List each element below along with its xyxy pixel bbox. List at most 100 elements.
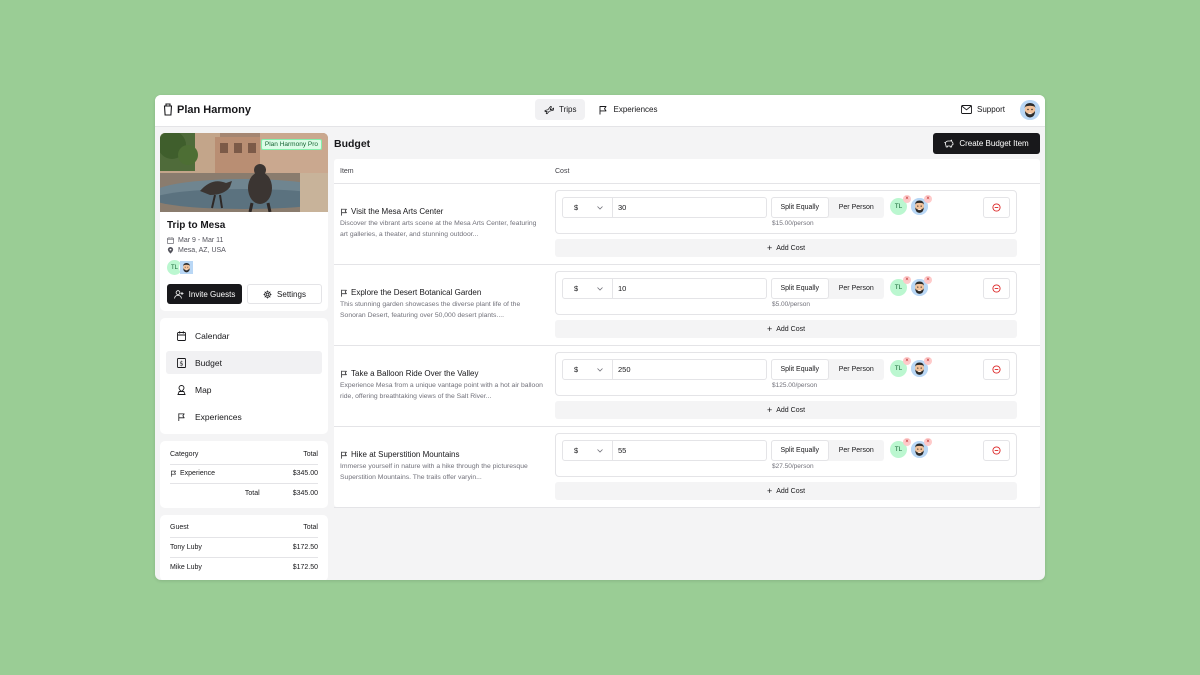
cost-entry: $ 55 Split Equally Per Person $27.50/per… [555, 433, 1017, 477]
settings-button[interactable]: Settings [247, 284, 322, 304]
budget-row: Explore the Desert Botanical Garden This… [334, 265, 1040, 346]
assignee-avatar-tl[interactable]: TL × [890, 438, 911, 458]
budget-item-title[interactable]: Visit the Mesa Arts Center [340, 207, 545, 216]
remove-cost-button[interactable] [983, 197, 1010, 218]
add-cost-button[interactable]: + Add Cost [555, 320, 1017, 338]
page-title: Budget [334, 138, 371, 150]
add-cost-label: Add Cost [776, 244, 806, 252]
split-toggle: Split Equally Per Person [771, 359, 884, 380]
flag-icon [340, 208, 348, 216]
assignee-avatar-tl[interactable]: TL × [890, 357, 911, 377]
remove-assignee-icon[interactable]: × [924, 438, 932, 446]
minus-circle-icon [992, 446, 1001, 455]
add-cost-label: Add Cost [776, 487, 806, 495]
budget-row: Take a Balloon Ride Over the Valley Expe… [334, 346, 1040, 427]
user-avatar[interactable] [1020, 100, 1040, 120]
remove-assignee-icon[interactable]: × [903, 195, 911, 203]
remove-assignee-icon[interactable]: × [903, 357, 911, 365]
amount-input[interactable]: 250 [612, 359, 767, 380]
budget-item-info: Explore the Desert Botanical Garden This… [340, 288, 545, 321]
split-equally-option[interactable]: Split Equally [771, 197, 829, 218]
budget-item-info: Visit the Mesa Arts Center Discover the … [340, 207, 545, 240]
sidebar-item-label: Map [195, 384, 212, 395]
nav-tab-experiences-label: Experiences [613, 105, 658, 114]
remove-assignee-icon[interactable]: × [924, 276, 932, 284]
split-equally-option[interactable]: Split Equally [771, 278, 829, 299]
remove-assignee-icon[interactable]: × [903, 438, 911, 446]
budget-item-title[interactable]: Take a Balloon Ride Over the Valley [340, 369, 545, 378]
trip-nav: Calendar $ Budget Map Experiences [160, 318, 328, 434]
sidebar-item-calendar[interactable]: Calendar [166, 324, 322, 347]
minus-circle-icon [992, 365, 1001, 374]
remove-cost-button[interactable] [983, 359, 1010, 380]
category-summary: Category Total Experience $345.00 Total … [160, 441, 328, 508]
budget-item-title[interactable]: Explore the Desert Botanical Garden [340, 288, 545, 297]
budget-item-description: This stunning garden showcases the diver… [340, 301, 521, 319]
guest-total-header: Total [303, 524, 318, 532]
chevron-down-icon [597, 368, 603, 372]
sidebar-item-label: Experiences [195, 411, 242, 422]
invite-guests-button[interactable]: Invite Guests [167, 284, 242, 304]
brand-logo[interactable]: Plan Harmony [163, 103, 251, 116]
sidebar-item-map[interactable]: Map [166, 378, 322, 401]
column-header-cost: Cost [555, 168, 570, 175]
currency-select[interactable]: $ [562, 197, 613, 218]
piggy-bank-icon [944, 139, 954, 148]
amount-input[interactable]: 55 [612, 440, 767, 461]
budget-item-title[interactable]: Hike at Superstition Mountains [340, 450, 545, 459]
currency-select[interactable]: $ [562, 278, 613, 299]
assignee-avatar-photo[interactable]: × [911, 357, 932, 377]
category-label: Experience [180, 470, 216, 478]
avatar-face-icon [180, 261, 193, 274]
guest-avatar-photo[interactable] [179, 260, 194, 275]
split-toggle: Split Equally Per Person [771, 440, 884, 461]
app-window: Plan Harmony Trips Experiences Support P… [155, 95, 1045, 580]
assignee-initials: TL [894, 365, 903, 372]
assignee-avatar-tl[interactable]: TL × [890, 276, 911, 296]
sidebar-item-experiences[interactable]: Experiences [166, 405, 322, 428]
currency-select[interactable]: $ [562, 359, 613, 380]
assignee-avatar-photo[interactable]: × [911, 276, 932, 296]
per-person-option[interactable]: Per Person [829, 197, 885, 218]
nav-tab-experiences[interactable]: Experiences [589, 99, 666, 120]
budget-item-description: Discover the vibrant arts scene at the M… [340, 220, 537, 238]
map-pin-icon [177, 384, 186, 395]
nav-tab-trips[interactable]: Trips [535, 99, 586, 120]
guest-total: $172.50 [292, 543, 318, 551]
remove-cost-button[interactable] [983, 440, 1010, 461]
cost-entry: $ 10 Split Equally Per Person $5.00/pers… [555, 271, 1017, 315]
split-equally-option[interactable]: Split Equally [771, 440, 829, 461]
assignee-avatar-photo[interactable]: × [911, 438, 932, 458]
create-budget-item-button[interactable]: Create Budget Item [933, 133, 1040, 154]
split-toggle: Split Equally Per Person [771, 278, 884, 299]
category-total: $345.00 [292, 470, 318, 478]
plus-icon: + [766, 404, 773, 415]
sidebar-item-budget[interactable]: $ Budget [166, 351, 322, 374]
assignee-avatar-photo[interactable]: × [911, 195, 932, 215]
amount-input[interactable]: 10 [612, 278, 767, 299]
gear-icon [263, 290, 272, 298]
assignee-avatar-tl[interactable]: TL × [890, 195, 911, 215]
remove-assignee-icon[interactable]: × [903, 276, 911, 284]
settings-label: Settings [277, 289, 306, 299]
split-equally-option[interactable]: Split Equally [771, 359, 829, 380]
budget-row: Hike at Superstition Mountains Immerse y… [334, 427, 1040, 508]
per-person-option[interactable]: Per Person [829, 440, 885, 461]
remove-assignee-icon[interactable]: × [924, 195, 932, 203]
support-link[interactable]: Support [961, 105, 1005, 114]
map-pin-icon [167, 247, 174, 254]
top-navbar: Plan Harmony Trips Experiences Support [155, 95, 1045, 127]
avatar-face-icon [1020, 100, 1040, 120]
currency-select[interactable]: $ [562, 440, 613, 461]
per-person-option[interactable]: Per Person [829, 278, 885, 299]
remove-assignee-icon[interactable]: × [924, 357, 932, 365]
add-cost-button[interactable]: + Add Cost [555, 482, 1017, 500]
nav-tab-trips-label: Trips [559, 105, 577, 114]
per-person-amount: $15.00/person [772, 220, 814, 227]
add-cost-label: Add Cost [776, 406, 806, 414]
add-cost-button[interactable]: + Add Cost [555, 239, 1017, 257]
remove-cost-button[interactable] [983, 278, 1010, 299]
amount-input[interactable]: 30 [612, 197, 767, 218]
per-person-option[interactable]: Per Person [829, 359, 885, 380]
add-cost-button[interactable]: + Add Cost [555, 401, 1017, 419]
